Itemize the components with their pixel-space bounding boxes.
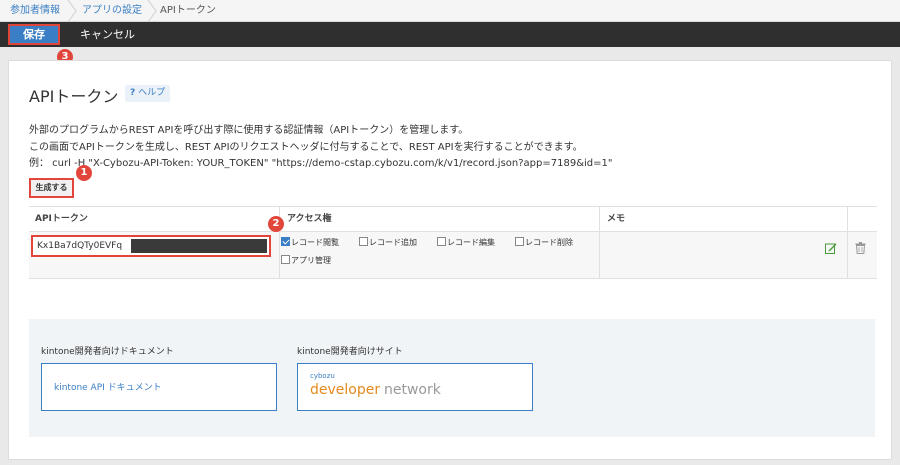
permission-view[interactable]: レコード閲覧 bbox=[281, 237, 339, 249]
description-example: 例： curl -H "X-Cybozu-API-Token: YOUR_TOK… bbox=[29, 158, 613, 169]
permission-add[interactable]: レコード追加 bbox=[359, 237, 417, 249]
developer-network-card[interactable]: cybozu developer network bbox=[297, 363, 533, 411]
save-button[interactable]: 保存 bbox=[8, 24, 60, 45]
api-docs-link[interactable]: kintone API ドキュメント bbox=[54, 380, 162, 393]
docs-heading: kintone開発者向けドキュメント bbox=[41, 347, 174, 357]
column-header-token: APIトークン bbox=[35, 214, 88, 224]
column-divider bbox=[847, 206, 848, 279]
checkbox-checked-icon[interactable] bbox=[281, 237, 290, 246]
checkbox-icon[interactable] bbox=[281, 255, 290, 264]
column-divider bbox=[599, 206, 600, 279]
help-label: ヘルプ bbox=[138, 88, 166, 98]
permission-delete[interactable]: レコード削除 bbox=[515, 237, 573, 249]
description-line-2: この画面でAPIトークンを生成し、REST APIのリクエストヘッダに付与するこ… bbox=[29, 142, 583, 153]
token-value: Kx1Ba7dQTy0EVFq bbox=[37, 241, 123, 251]
help-icon: ? bbox=[130, 88, 136, 98]
checkbox-icon[interactable] bbox=[359, 237, 368, 246]
step-marker-1: 1 bbox=[76, 165, 92, 181]
developer-logo-text: developer bbox=[310, 382, 381, 398]
developer-resources: kintone開発者向けドキュメント kintone API ドキュメント ki… bbox=[29, 319, 875, 437]
permission-app-admin[interactable]: アプリ管理 bbox=[281, 255, 331, 267]
breadcrumb-item-app-settings[interactable]: アプリの設定 bbox=[82, 0, 142, 22]
trash-icon[interactable] bbox=[855, 242, 866, 254]
edit-icon[interactable] bbox=[825, 242, 837, 254]
main-panel: APIトークン ? ヘルプ 外部のプログラムからREST APIを呼び出す際に使… bbox=[8, 60, 892, 460]
breadcrumb-item-current: APIトークン bbox=[160, 5, 216, 16]
page-title: APIトークン bbox=[29, 87, 119, 106]
step-marker-2: 2 bbox=[268, 216, 284, 232]
breadcrumb-separator-icon bbox=[67, 0, 77, 22]
cybozu-logo-text: cybozu bbox=[310, 372, 335, 380]
breadcrumb-separator-icon bbox=[147, 0, 157, 22]
checkbox-icon[interactable] bbox=[437, 237, 446, 246]
column-header-access: アクセス権 bbox=[287, 214, 332, 224]
token-field[interactable]: Kx1Ba7dQTy0EVFq bbox=[31, 235, 271, 257]
permission-edit[interactable]: レコード編集 bbox=[437, 237, 495, 249]
checkbox-icon[interactable] bbox=[515, 237, 524, 246]
table-row: Kx1Ba7dQTy0EVFq レコード閲覧 レコード追加 レコード編集 レコー… bbox=[29, 232, 877, 279]
token-table: APIトークン アクセス権 メモ Kx1Ba7dQTy0EVFq レコード閲覧 … bbox=[29, 206, 877, 279]
help-link[interactable]: ? ヘルプ bbox=[125, 85, 171, 102]
toolbar: 保存 キャンセル bbox=[0, 22, 900, 47]
column-header-memo: メモ bbox=[607, 214, 626, 224]
table-header: APIトークン アクセス権 メモ bbox=[29, 206, 877, 232]
token-redaction bbox=[131, 239, 267, 253]
generate-button[interactable]: 生成する bbox=[29, 178, 74, 198]
cancel-button[interactable]: キャンセル bbox=[80, 24, 135, 45]
breadcrumb: 参加者情報 アプリの設定 APIトークン bbox=[0, 0, 900, 22]
api-docs-card[interactable]: kintone API ドキュメント bbox=[41, 363, 277, 411]
site-heading: kintone開発者向けサイト bbox=[297, 347, 403, 357]
network-logo-text: network bbox=[384, 382, 441, 398]
breadcrumb-item-participant[interactable]: 参加者情報 bbox=[10, 0, 60, 22]
description-line-1: 外部のプログラムからREST APIを呼び出す際に使用する認証情報（APIトーク… bbox=[29, 125, 469, 136]
